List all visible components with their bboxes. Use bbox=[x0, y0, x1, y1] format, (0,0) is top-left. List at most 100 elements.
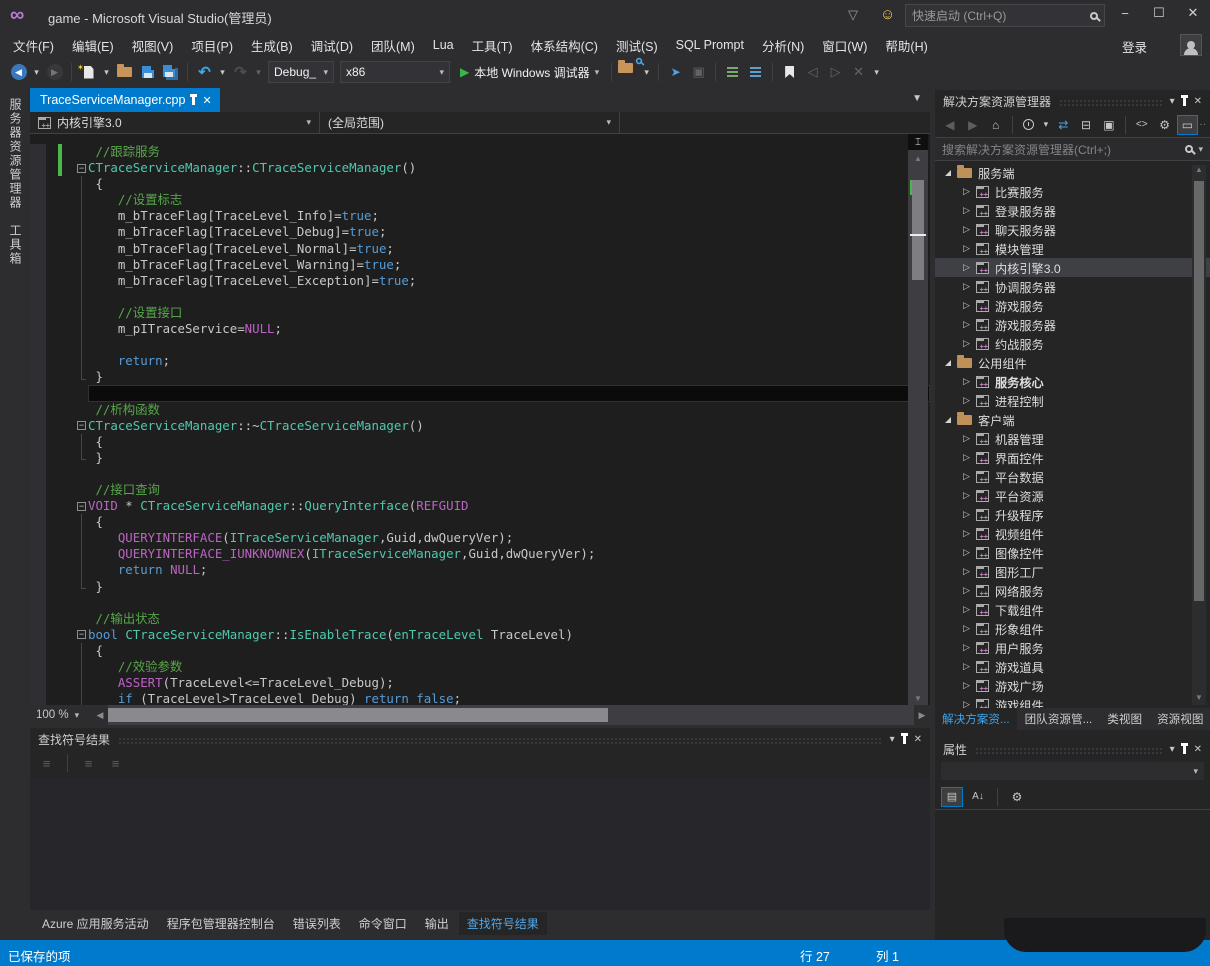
tree-item-8[interactable]: ▷游戏服务器 bbox=[935, 315, 1210, 334]
breakpoint-margin[interactable] bbox=[30, 595, 46, 611]
breakpoint-margin[interactable] bbox=[30, 224, 46, 240]
breakpoint-margin[interactable] bbox=[30, 305, 46, 321]
tree-item-20[interactable]: ▷图像控件 bbox=[935, 543, 1210, 562]
preview-selected-items-icon[interactable]: ▣ bbox=[1098, 115, 1120, 135]
menu-item-9[interactable]: 体系结构(C) bbox=[522, 32, 607, 59]
collapsed-arrow-icon[interactable]: ▷ bbox=[963, 186, 970, 197]
left-tab-0[interactable]: 服务器资源管理器 bbox=[7, 98, 24, 210]
tree-item-5[interactable]: ▷内核引擎3.0 bbox=[935, 258, 1210, 277]
tree-item-15[interactable]: ▷界面控件 bbox=[935, 448, 1210, 467]
menu-item-3[interactable]: 项目(P) bbox=[182, 32, 242, 59]
view-code-icon[interactable]: <> bbox=[1131, 115, 1153, 135]
new-file-dropdown[interactable]: ▾ bbox=[101, 61, 112, 83]
menu-item-6[interactable]: 团队(M) bbox=[362, 32, 424, 59]
project-scope-dropdown[interactable]: 内核引擎3.0 ▾ bbox=[30, 112, 320, 133]
scroll-up-arrow[interactable]: ▲ bbox=[908, 151, 928, 165]
bottom-tab-2[interactable]: 错误列表 bbox=[285, 912, 349, 935]
collapsed-arrow-icon[interactable]: ▷ bbox=[963, 642, 970, 653]
breakpoint-margin[interactable] bbox=[30, 627, 46, 643]
window-position-dropdown[interactable]: ▾ bbox=[1170, 96, 1175, 107]
scroll-left-arrow[interactable]: ◀ bbox=[92, 710, 108, 721]
tree-item-4[interactable]: ▷模块管理 bbox=[935, 239, 1210, 258]
tree-item-14[interactable]: ▷机器管理 bbox=[935, 429, 1210, 448]
collapsed-arrow-icon[interactable]: ▷ bbox=[963, 452, 970, 463]
zoom-level-dropdown[interactable]: 100 % ▾ bbox=[30, 706, 92, 724]
menu-item-14[interactable]: 帮助(H) bbox=[876, 32, 936, 59]
menu-item-11[interactable]: SQL Prompt bbox=[667, 34, 753, 56]
tree-item-22[interactable]: ▷网络服务 bbox=[935, 581, 1210, 600]
breakpoint-margin[interactable] bbox=[30, 369, 46, 385]
collapsed-arrow-icon[interactable]: ▷ bbox=[963, 623, 970, 634]
breakpoint-margin[interactable] bbox=[30, 208, 46, 224]
breakpoint-margin[interactable] bbox=[30, 273, 46, 289]
fold-collapse-icon[interactable]: − bbox=[77, 630, 86, 639]
tree-item-3[interactable]: ▷聊天服务器 bbox=[935, 220, 1210, 239]
scrollbar-thumb[interactable] bbox=[1194, 181, 1204, 601]
breakpoint-margin[interactable] bbox=[30, 611, 46, 627]
tab-traceservicemanager-cpp[interactable]: TraceServiceManager.cpp ✕ bbox=[30, 88, 220, 112]
breakpoint-margin[interactable] bbox=[30, 160, 46, 176]
expanded-arrow-icon[interactable] bbox=[945, 170, 951, 176]
bottom-tab-1[interactable]: 程序包管理器控制台 bbox=[159, 912, 283, 935]
tree-item-18[interactable]: ▷升级程序 bbox=[935, 505, 1210, 524]
window-position-dropdown[interactable]: ▾ bbox=[890, 734, 895, 745]
select-element-button[interactable]: ➤ bbox=[665, 61, 686, 83]
tree-item-17[interactable]: ▷平台资源 bbox=[935, 486, 1210, 505]
collapsed-arrow-icon[interactable]: ▷ bbox=[963, 471, 970, 482]
breakpoint-margin[interactable] bbox=[30, 659, 46, 675]
scroll-down-arrow[interactable]: ▼ bbox=[1192, 693, 1206, 705]
collapsed-arrow-icon[interactable]: ▷ bbox=[963, 338, 970, 349]
breakpoint-margin[interactable] bbox=[30, 418, 46, 434]
tree-item-6[interactable]: ▷协调服务器 bbox=[935, 277, 1210, 296]
quick-launch-box[interactable]: 快速启动 (Ctrl+Q) bbox=[905, 4, 1105, 27]
editor-vertical-scrollbar[interactable]: ⌶ ▲ ▼ bbox=[908, 134, 928, 705]
collapsed-arrow-icon[interactable]: ▷ bbox=[963, 566, 970, 577]
breakpoint-margin[interactable] bbox=[30, 514, 46, 530]
breakpoint-margin[interactable] bbox=[30, 466, 46, 482]
tree-item-12[interactable]: ▷进程控制 bbox=[935, 391, 1210, 410]
sign-in-link[interactable]: 登录 bbox=[1122, 37, 1147, 56]
breakpoint-margin[interactable] bbox=[30, 176, 46, 192]
send-feedback-smiley-icon[interactable]: ☺ bbox=[880, 6, 895, 23]
close-panel-icon[interactable]: ✕ bbox=[914, 734, 922, 745]
tree-item-23[interactable]: ▷下载组件 bbox=[935, 600, 1210, 619]
collapsed-arrow-icon[interactable]: ▷ bbox=[963, 205, 970, 216]
collapsed-arrow-icon[interactable]: ▷ bbox=[963, 262, 970, 273]
menu-item-7[interactable]: Lua bbox=[424, 34, 463, 56]
right-panel-tab-2[interactable]: 类视图 bbox=[1100, 708, 1149, 730]
alphabetical-sort-icon[interactable]: A↓ bbox=[967, 787, 989, 807]
right-panel-tab-1[interactable]: 团队资源管... bbox=[1018, 708, 1100, 730]
code-editor[interactable]: //跟踪服务−CTraceServiceManager::CTraceServi… bbox=[30, 134, 930, 705]
tree-item-21[interactable]: ▷图形工厂 bbox=[935, 562, 1210, 581]
menu-item-5[interactable]: 调试(D) bbox=[302, 32, 362, 59]
solution-platform-combo[interactable]: x86 ▾ bbox=[340, 61, 450, 83]
navigate-back-button[interactable]: ◀ bbox=[8, 61, 29, 83]
breakpoint-margin[interactable] bbox=[30, 241, 46, 257]
collapsed-arrow-icon[interactable]: ▷ bbox=[963, 528, 970, 539]
breakpoint-margin[interactable] bbox=[30, 385, 46, 401]
collapsed-arrow-icon[interactable]: ▷ bbox=[963, 680, 970, 691]
pin-icon[interactable] bbox=[1183, 98, 1186, 106]
feedback-funnel-icon[interactable]: ▽ bbox=[848, 7, 858, 23]
scrollbar-thumb[interactable] bbox=[912, 180, 924, 280]
scroll-right-arrow[interactable]: ▶ bbox=[914, 710, 930, 721]
new-file-button[interactable]: ✶ bbox=[78, 61, 99, 83]
menu-item-10[interactable]: 测试(S) bbox=[607, 32, 667, 59]
close-panel-icon[interactable]: ✕ bbox=[1194, 744, 1202, 755]
collapsed-arrow-icon[interactable]: ▷ bbox=[963, 490, 970, 501]
breakpoint-margin[interactable] bbox=[30, 337, 46, 353]
collapse-all-icon[interactable]: ⊟ bbox=[1075, 115, 1097, 135]
properties-wrench-icon[interactable]: ⚙ bbox=[1154, 115, 1176, 135]
collapsed-arrow-icon[interactable]: ▷ bbox=[963, 319, 970, 330]
breakpoint-margin[interactable] bbox=[30, 675, 46, 691]
sync-with-active-document-icon[interactable]: ⇄ bbox=[1052, 115, 1074, 135]
bottom-tab-0[interactable]: Azure 应用服务活动 bbox=[34, 912, 157, 935]
tree-item-24[interactable]: ▷形象组件 bbox=[935, 619, 1210, 638]
scroll-up-arrow[interactable]: ▲ bbox=[1192, 165, 1206, 177]
member-scope-dropdown[interactable] bbox=[620, 112, 930, 133]
tree-item-13[interactable]: 客户端 bbox=[935, 410, 1210, 429]
pin-icon[interactable] bbox=[192, 97, 195, 105]
menu-item-13[interactable]: 窗口(W) bbox=[813, 32, 876, 59]
breakpoint-margin[interactable] bbox=[30, 321, 46, 337]
breakpoint-margin[interactable] bbox=[30, 144, 46, 160]
